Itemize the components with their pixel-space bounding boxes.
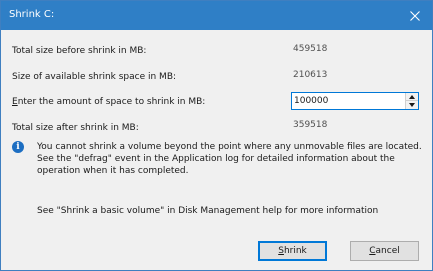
cancel-button[interactable]: Cancel bbox=[350, 241, 419, 261]
available-space-label: Size of available shrink space in MB: bbox=[12, 72, 177, 82]
available-space-value: 210613 bbox=[291, 67, 419, 83]
close-button[interactable] bbox=[398, 1, 432, 30]
arrow-up-icon bbox=[409, 94, 415, 99]
spin-buttons bbox=[405, 93, 418, 109]
shrink-button[interactable]: Shrink bbox=[258, 241, 327, 261]
shrink-dialog: Shrink C: Total size before shrink in MB… bbox=[0, 0, 433, 271]
cancel-button-label: ancel bbox=[375, 246, 400, 256]
total-before-value: 459518 bbox=[291, 41, 419, 57]
spin-up-button[interactable] bbox=[406, 93, 418, 101]
dialog-title: Shrink C: bbox=[9, 9, 55, 20]
shrink-amount-label-text: nter the amount of space to shrink in MB… bbox=[17, 97, 206, 107]
total-after-label: Total size after shrink in MB: bbox=[12, 123, 139, 133]
info-message: You cannot shrink a volume beyond the po… bbox=[37, 142, 422, 176]
arrow-down-icon bbox=[409, 103, 415, 107]
shrink-amount-spinbox[interactable] bbox=[291, 92, 419, 110]
total-after-value: 359518 bbox=[291, 117, 419, 133]
spin-down-button[interactable] bbox=[406, 101, 418, 109]
shrink-amount-label: Enter the amount of space to shrink in M… bbox=[12, 97, 205, 107]
close-icon bbox=[410, 10, 420, 21]
help-message: See "Shrink a basic volume" in Disk Mana… bbox=[37, 206, 379, 216]
shrink-button-label: hrink bbox=[283, 246, 307, 256]
total-before-label: Total size before shrink in MB: bbox=[12, 46, 147, 56]
title-bar: Shrink C: bbox=[1, 1, 432, 30]
info-icon: i bbox=[12, 141, 24, 153]
shrink-amount-input[interactable] bbox=[292, 93, 405, 109]
